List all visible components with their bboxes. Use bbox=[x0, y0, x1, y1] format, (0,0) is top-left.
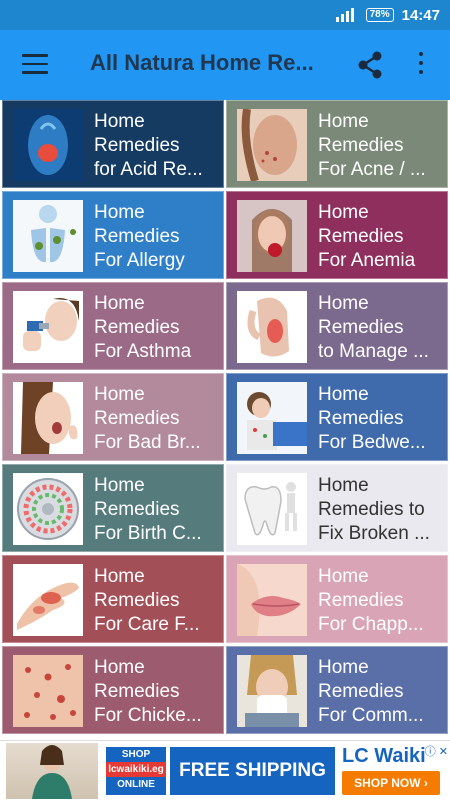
tile-label: For Allergy bbox=[94, 250, 185, 271]
tile-label: For Chicke... bbox=[94, 705, 202, 726]
tile-label: Home bbox=[318, 111, 369, 132]
tile-label: Remedies bbox=[94, 681, 180, 702]
tile-label: Remedies bbox=[318, 590, 404, 611]
tile-label: For Comm... bbox=[318, 705, 424, 726]
tile-label: Home bbox=[94, 566, 145, 587]
tile-label: to Manage ... bbox=[318, 341, 429, 362]
inhaler-icon bbox=[13, 291, 83, 363]
ad-choices-icon[interactable]: ⓘ ✕ bbox=[425, 743, 448, 759]
remedy-tile[interactable]: Home Remedies For Bad Br... bbox=[2, 373, 224, 461]
remedy-tile[interactable]: Home Remedies For Allergy bbox=[2, 191, 224, 279]
tile-label: For Birth C... bbox=[94, 523, 202, 544]
digestive-system-icon bbox=[13, 109, 83, 181]
status-bar: 78% 14:47 bbox=[0, 0, 450, 30]
remedy-tile[interactable]: Home Remedies For Comm... bbox=[226, 646, 448, 734]
tile-label: Remedies bbox=[318, 317, 404, 338]
tile-label: Fix Broken ... bbox=[318, 523, 430, 544]
shop-now-button[interactable]: SHOP NOW › bbox=[342, 771, 440, 795]
remedy-tile[interactable]: Home Remedies to Manage ... bbox=[226, 282, 448, 370]
remedy-tile[interactable]: Home Remedies For Birth C... bbox=[2, 464, 224, 552]
remedy-tile[interactable]: Home Remedies For Care F... bbox=[2, 555, 224, 643]
ad-model-image bbox=[6, 743, 98, 799]
tile-label: Remedies bbox=[318, 226, 404, 247]
tile-label: Home bbox=[318, 566, 369, 587]
tile-label: Remedies bbox=[318, 135, 404, 156]
tile-label: Remedies to bbox=[318, 499, 425, 520]
lips-icon bbox=[237, 564, 307, 636]
child-bed-icon bbox=[237, 382, 307, 454]
tile-label: Home bbox=[94, 202, 145, 223]
remedy-tile[interactable]: Home Remedies to Fix Broken ... bbox=[226, 464, 448, 552]
remedy-tile[interactable]: Home Remedies For Asthma bbox=[2, 282, 224, 370]
ad-banner[interactable]: SHOP lcwaikiki.eg ONLINE FREE SHIPPING L… bbox=[0, 740, 450, 801]
tile-label: Remedies bbox=[94, 590, 180, 611]
sneeze-icon bbox=[237, 655, 307, 727]
skin-rash-icon bbox=[13, 655, 83, 727]
tile-label: Home bbox=[318, 657, 369, 678]
tile-label: For Anemia bbox=[318, 250, 416, 271]
tile-label: Remedies bbox=[94, 135, 180, 156]
tile-label: For Asthma bbox=[94, 341, 192, 362]
remedy-tile[interactable]: Home Remedies For Chapp... bbox=[226, 555, 448, 643]
back-pain-icon bbox=[237, 291, 307, 363]
remedy-tile[interactable]: Home Remedies For Anemia bbox=[226, 191, 448, 279]
remedy-tile[interactable]: Home Remedies for Acid Re... bbox=[2, 100, 224, 188]
tile-label: Home bbox=[94, 384, 145, 405]
app-bar: All Natura Home Re... bbox=[0, 30, 450, 100]
tile-label: For Chapp... bbox=[318, 614, 424, 635]
ad-brand-logo: LC Waiki bbox=[342, 745, 426, 767]
tile-label: Home bbox=[94, 657, 145, 678]
tooth-icon bbox=[237, 473, 307, 545]
ad-shop-text: SHOP bbox=[121, 749, 151, 760]
clock: 14:47 bbox=[401, 6, 440, 24]
tile-label: For Acne / ... bbox=[318, 159, 426, 180]
tile-label: for Acid Re... bbox=[94, 159, 203, 180]
tile-label: Home bbox=[318, 202, 369, 223]
remedy-grid: Home Remedies for Acid Re... Home Remedies F… bbox=[0, 100, 450, 736]
pill-pack-icon bbox=[13, 473, 83, 545]
burn-hand-icon bbox=[13, 564, 83, 636]
tile-label: For Bad Br... bbox=[94, 432, 201, 453]
tile-label: Remedies bbox=[94, 317, 180, 338]
more-options-icon[interactable] bbox=[413, 52, 429, 78]
tile-label: Home bbox=[318, 293, 369, 314]
battery-indicator: 78% bbox=[365, 8, 394, 22]
tile-label: Remedies bbox=[318, 681, 404, 702]
acne-face-icon bbox=[237, 109, 307, 181]
ad-shop-url: lcwaikiki.eg bbox=[106, 762, 166, 777]
girl-rose-icon bbox=[237, 200, 307, 272]
tile-label: Remedies bbox=[94, 226, 180, 247]
remedy-tile[interactable]: Home Remedies For Bedwe... bbox=[226, 373, 448, 461]
tile-label: Remedies bbox=[94, 408, 180, 429]
tile-label: Remedies bbox=[94, 499, 180, 520]
tile-label: Remedies bbox=[318, 408, 404, 429]
tile-label: Home bbox=[94, 111, 145, 132]
tile-label: Home bbox=[318, 475, 369, 496]
lungs-icon bbox=[13, 200, 83, 272]
remedy-tile[interactable]: Home Remedies For Chicke... bbox=[2, 646, 224, 734]
bad-breath-icon bbox=[13, 382, 83, 454]
ad-headline: FREE SHIPPING bbox=[170, 747, 335, 795]
ad-shop-badge: SHOP lcwaikiki.eg ONLINE bbox=[106, 747, 166, 795]
tile-label: Home bbox=[94, 293, 145, 314]
signal-icon bbox=[335, 8, 358, 22]
remedy-tile[interactable]: Home Remedies For Acne / ... bbox=[226, 100, 448, 188]
menu-icon[interactable] bbox=[22, 54, 48, 76]
tile-label: For Bedwe... bbox=[318, 432, 426, 453]
tile-label: Home bbox=[94, 475, 145, 496]
ad-shop-text: ONLINE bbox=[117, 779, 155, 790]
share-icon[interactable] bbox=[356, 50, 384, 80]
page-title: All Natura Home Re... bbox=[90, 50, 314, 75]
tile-label: For Care F... bbox=[94, 614, 200, 635]
tile-label: Home bbox=[318, 384, 369, 405]
